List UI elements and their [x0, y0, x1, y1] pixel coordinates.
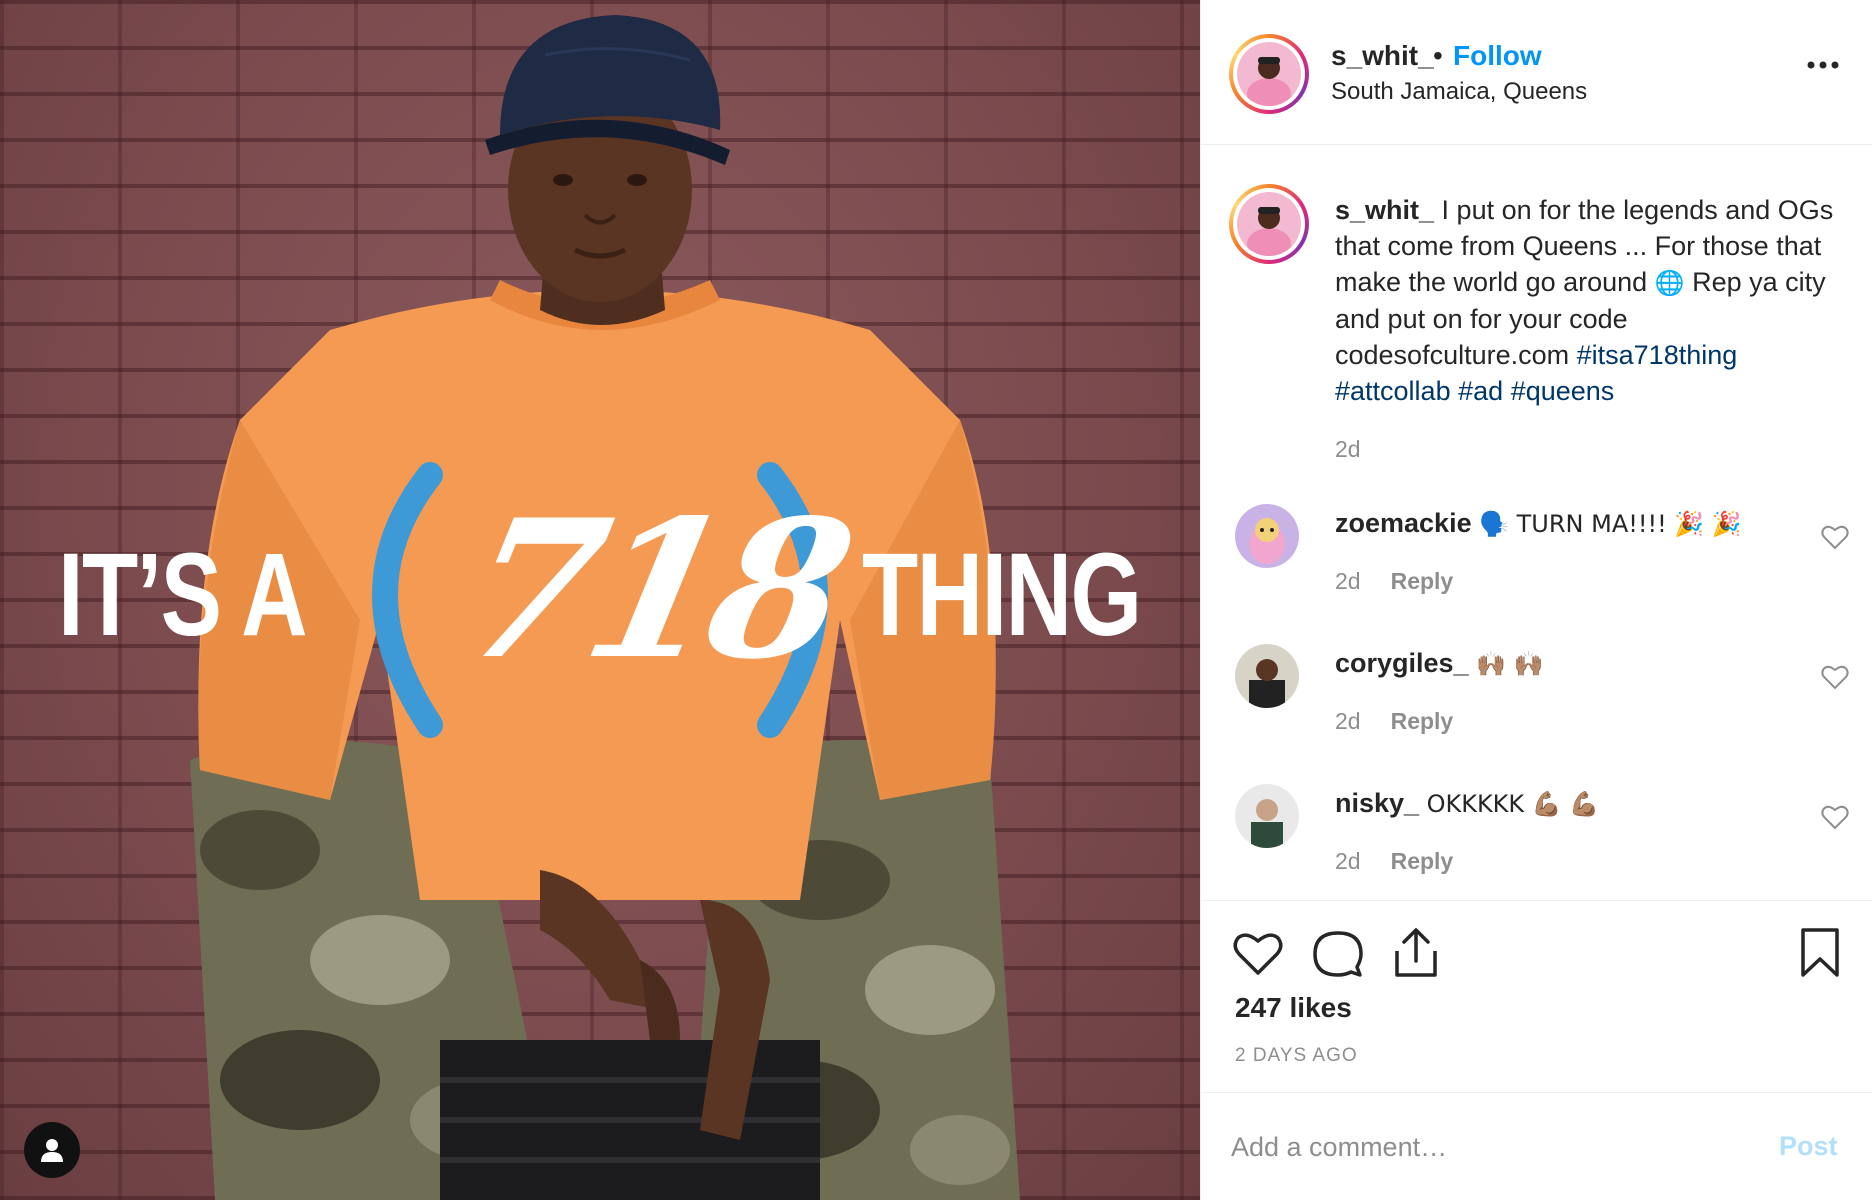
follow-button[interactable]: Follow — [1453, 40, 1542, 72]
head — [485, 15, 730, 325]
header-username[interactable]: s_whit_ — [1331, 40, 1434, 72]
comment-avatar[interactable] — [1235, 784, 1299, 848]
reply-button[interactable]: Reply — [1391, 568, 1454, 594]
comment-meta: 2d Reply — [1335, 848, 1453, 875]
post-actions: 247 likes 2 DAYS AGO — [1201, 900, 1872, 1095]
user-icon — [41, 1139, 63, 1162]
hashtag-link[interactable]: #itsa718thing — [1577, 340, 1738, 370]
comment-text: zoemackie 🗣️ TURN MA!!!! 🎉 🎉 — [1335, 508, 1742, 539]
add-comment-bar: Post — [1201, 1092, 1872, 1200]
location-link[interactable]: South Jamaica, Queens — [1331, 78, 1587, 106]
reply-button[interactable]: Reply — [1391, 708, 1454, 734]
comment-meta: 2d Reply — [1335, 708, 1453, 735]
globe-emoji: 🌐 — [1654, 269, 1685, 297]
comment-body: 🙌🏽 🙌🏽 — [1476, 650, 1544, 678]
comment-timestamp[interactable]: 2d — [1335, 708, 1361, 734]
caption-username[interactable]: s_whit_ — [1335, 195, 1434, 225]
post-photo[interactable]: IT’S A 718 THING — [0, 0, 1200, 1200]
post-caption: s_whit_ I put on for the legends and OGs… — [1335, 192, 1855, 409]
comment-timestamp[interactable]: 2d — [1335, 568, 1361, 594]
comment-body: OKKKKK 💪🏽 💪🏽 — [1426, 790, 1600, 818]
overlay-text-thing: THING — [862, 529, 1142, 661]
post-comment-button[interactable]: Post — [1779, 1131, 1838, 1162]
reply-button[interactable]: Reply — [1391, 848, 1454, 874]
hashtag-link[interactable]: #queens — [1511, 376, 1615, 406]
comment-text: corygiles_ 🙌🏽 🙌🏽 — [1335, 648, 1544, 679]
overlay-text-718: 718 — [446, 478, 861, 701]
comment-username[interactable]: nisky_ — [1335, 788, 1419, 818]
avatar-image — [1237, 192, 1301, 256]
comment-body: 🗣️ TURN MA!!!! 🎉 🎉 — [1479, 510, 1742, 538]
caption-timestamp[interactable]: 2d — [1335, 436, 1361, 463]
separator-dot: • — [1433, 40, 1443, 71]
caption-avatar[interactable] — [1229, 184, 1309, 264]
like-heart-icon[interactable] — [1233, 931, 1283, 977]
avatar-image — [1237, 42, 1301, 106]
more-options-icon[interactable] — [1805, 55, 1841, 75]
milk-crate — [440, 1040, 820, 1200]
heart-icon[interactable] — [1821, 664, 1849, 690]
comment-timestamp[interactable]: 2d — [1335, 848, 1361, 874]
heart-icon[interactable] — [1821, 804, 1849, 830]
comment-input[interactable] — [1231, 1123, 1751, 1171]
comment-text: nisky_ OKKKKK 💪🏽 💪🏽 — [1335, 788, 1599, 819]
share-icon[interactable] — [1393, 927, 1439, 979]
post-header: s_whit_ • Follow South Jamaica, Queens — [1201, 0, 1872, 145]
heart-icon[interactable] — [1821, 524, 1849, 550]
comment-meta: 2d Reply — [1335, 568, 1453, 595]
bookmark-icon[interactable] — [1799, 927, 1841, 979]
hashtag-link[interactable]: #attcollab — [1335, 376, 1451, 406]
comment-icon[interactable] — [1313, 929, 1363, 979]
post-date[interactable]: 2 DAYS AGO — [1235, 1045, 1358, 1067]
overlay-text-its-a: IT’S A — [58, 529, 308, 661]
comment-avatar[interactable] — [1235, 644, 1299, 708]
hashtag-link[interactable]: #ad — [1458, 376, 1503, 406]
post-sidebar: s_whit_ • Follow South Jamaica, Queens s… — [1200, 0, 1872, 1200]
comment-username[interactable]: zoemackie — [1335, 508, 1472, 538]
comment-username[interactable]: corygiles_ — [1335, 648, 1469, 678]
tagged-user-button[interactable] — [24, 1122, 80, 1178]
likes-count[interactable]: 247 likes — [1235, 992, 1352, 1024]
header-avatar[interactable] — [1229, 34, 1309, 114]
comment-avatar[interactable] — [1235, 504, 1299, 568]
